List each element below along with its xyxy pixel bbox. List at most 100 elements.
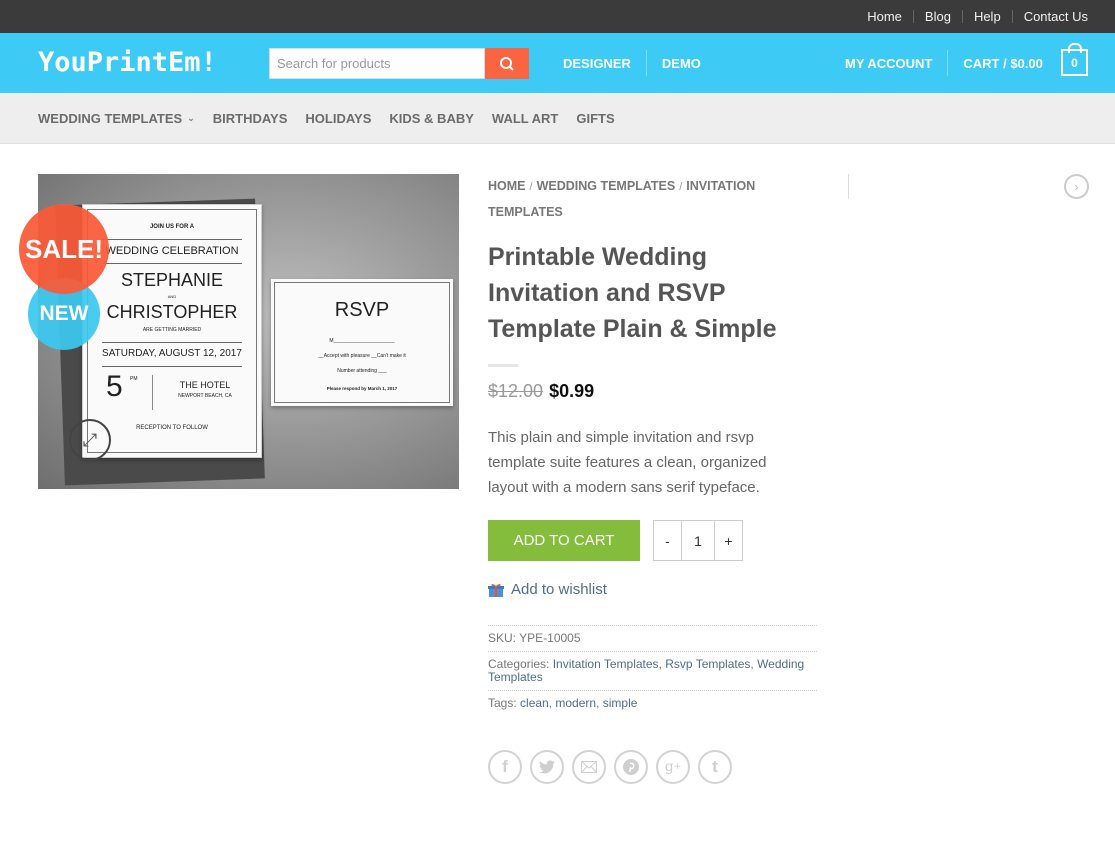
add-to-wishlist-link[interactable]: Add to wishlist (488, 581, 818, 598)
invite-event: WEDDING CELEBRATION (105, 245, 239, 257)
cat-wedding-templates[interactable]: WEDDING TEMPLATES ⌄ (38, 111, 195, 126)
divider (152, 375, 153, 410)
divider (947, 50, 949, 76)
wishlist-label: Add to wishlist (511, 581, 607, 598)
cat-birthdays[interactable]: BIRTHDAYS (213, 111, 288, 126)
invite-married: ARE GETTING MARRIED (142, 327, 202, 333)
tumblr-icon[interactable]: t (698, 750, 732, 784)
top-link-home[interactable]: Home (867, 9, 902, 24)
divider (912, 10, 914, 23)
search-input[interactable]: Search for products (269, 48, 485, 79)
top-bar: Home Blog Help Contact Us (0, 0, 1115, 33)
cat-label: WEDDING TEMPLATES (38, 110, 183, 126)
top-link-contact[interactable]: Contact Us (1024, 9, 1088, 24)
add-to-cart-row: ADD TO CART - 1 + (488, 520, 818, 561)
sale-price: $0.99 (549, 381, 595, 401)
divider (102, 366, 242, 367)
search-icon (500, 56, 514, 71)
tag-link[interactable]: modern (555, 696, 596, 710)
categories-label: Categories: (488, 657, 550, 671)
tags-label: Tags: (488, 696, 517, 710)
invite-join: JOIN US FOR A (149, 224, 195, 230)
divider (102, 342, 242, 343)
google-plus-icon[interactable]: g + (656, 750, 690, 784)
quantity-increase-button[interactable]: + (715, 521, 742, 560)
invite-date: SATURDAY, AUGUST 12, 2017 (102, 348, 242, 359)
twitter-icon[interactable] (530, 750, 564, 784)
tags-row: Tags: clean, modern, simple (488, 690, 817, 716)
divider (1011, 10, 1013, 23)
category-nav: WEDDING TEMPLATES ⌄ BIRTHDAYS HOLIDAYS KI… (0, 93, 1115, 144)
breadcrumb-home[interactable]: HOME (488, 179, 526, 193)
rsvp-respond: Please respond by March 1, 2017 (326, 386, 398, 391)
invite-name1: STEPHANIE (120, 270, 224, 290)
cat-holidays[interactable]: HOLIDAYS (305, 111, 371, 126)
cat-wall-art[interactable]: WALL ART (492, 111, 558, 126)
quantity-stepper: - 1 + (653, 520, 743, 561)
invitation-card: JOIN US FOR A WEDDING CELEBRATION STEPHA… (82, 204, 262, 458)
product-price: $12.00 $0.99 (488, 381, 818, 402)
product-title: Printable Wedding Invitation and RSVP Te… (488, 243, 777, 343)
site-logo[interactable]: YouPrintEm! (38, 47, 217, 78)
my-account-link[interactable]: MY ACCOUNT (845, 56, 932, 71)
rsvp-m: M______________________ (329, 338, 395, 344)
site-header: YouPrintEm! Search for products DESIGNER… (0, 33, 1115, 93)
header-nav-right: MY ACCOUNT CART / $0.00 (845, 33, 1043, 93)
cart-count: 0 (1071, 55, 1078, 70)
facebook-icon[interactable]: f (488, 750, 522, 784)
regular-price: $12.00 (488, 381, 544, 401)
sku-value: YPE-10005 (519, 631, 581, 645)
breadcrumb: HOME / WEDDING TEMPLATES / INVITATION TEMPLA… (488, 174, 818, 225)
cart-link[interactable]: CART / $0.00 (963, 56, 1042, 71)
title-divider (488, 364, 518, 367)
share-icons: f g + t (488, 750, 818, 784)
tag-link[interactable]: clean (520, 696, 549, 710)
product-description: This plain and simple invitation and rsv… (488, 429, 767, 496)
pinterest-icon[interactable] (614, 750, 648, 784)
categories-row: Categories: Invitation Templates, Rsvp T… (488, 651, 817, 690)
tag-link[interactable]: simple (603, 696, 638, 710)
top-link-help[interactable]: Help (974, 9, 1001, 24)
invite-and: AND (167, 294, 177, 299)
divider (102, 263, 242, 264)
invite-name2: CHRISTOPHER (106, 302, 238, 322)
sku-label: SKU: (488, 631, 517, 645)
invite-city: NEWPORT BEACH, CA (178, 393, 232, 399)
divider (961, 10, 963, 23)
search-button[interactable] (485, 48, 529, 79)
sku-row: SKU: YPE-10005 (488, 625, 817, 651)
breadcrumb-wedding-templates[interactable]: WEDDING TEMPLATES (537, 179, 676, 193)
nav-designer[interactable]: DESIGNER (563, 56, 631, 71)
quantity-input[interactable]: 1 (681, 521, 715, 560)
divider (102, 239, 242, 240)
top-links: Home Blog Help Contact Us (867, 0, 1088, 33)
breadcrumb-separator: / (679, 181, 683, 193)
category-link[interactable]: Invitation Templates (553, 657, 659, 671)
nav-demo[interactable]: DEMO (662, 56, 701, 71)
invite-time: 5 (106, 370, 123, 403)
invite-pm: PM (130, 376, 138, 382)
rsvp-options: __Accept with pleasure __Can't make it (318, 353, 406, 359)
sidebar-divider (848, 174, 849, 199)
expand-image-icon[interactable]: ⤢ (69, 419, 111, 461)
add-to-cart-button[interactable]: ADD TO CART (488, 520, 640, 561)
quantity-decrease-button[interactable]: - (654, 521, 681, 560)
header-nav-left: DESIGNER DEMO (563, 33, 701, 93)
rsvp-title: RSVP (334, 299, 390, 321)
invite-venue: THE HOTEL (179, 380, 231, 390)
product-meta: SKU: YPE-10005 Categories: Invitation Te… (488, 625, 817, 716)
gift-icon (488, 583, 504, 597)
cat-gifts[interactable]: GIFTS (576, 111, 614, 126)
invite-reception: RECEPTION TO FOLLOW (136, 425, 208, 431)
rsvp-card: RSVP M______________________ __Accept wi… (271, 279, 453, 406)
category-link[interactable]: Rsvp Templates (665, 657, 750, 671)
chevron-down-icon: ⌄ (187, 112, 195, 123)
product-summary: HOME / WEDDING TEMPLATES / INVITATION TEMPLA… (488, 174, 818, 784)
rsvp-attending: Number attending ___ (337, 368, 387, 374)
cart-icon[interactable]: 0 (1061, 43, 1088, 76)
email-icon[interactable] (572, 750, 606, 784)
divider (645, 50, 647, 76)
cat-kids-baby[interactable]: KIDS & BABY (389, 111, 474, 126)
top-link-blog[interactable]: Blog (925, 9, 951, 24)
next-product-icon[interactable]: › (1064, 174, 1089, 199)
